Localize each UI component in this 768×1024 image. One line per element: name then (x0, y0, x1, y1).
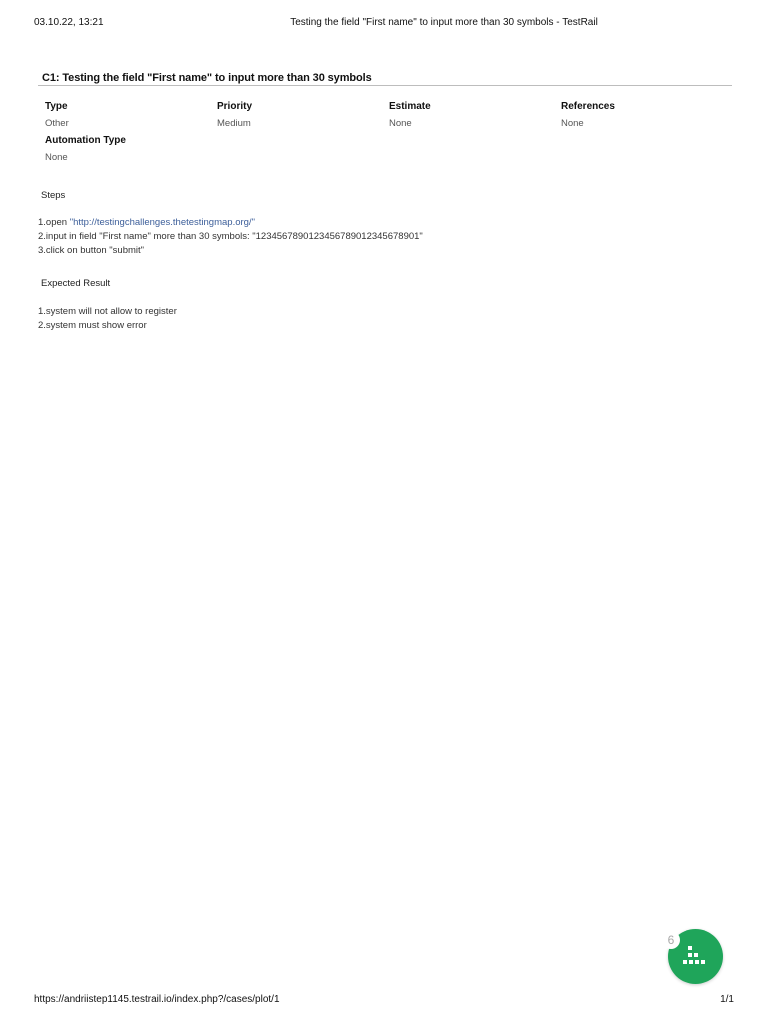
field-type-label: Type (45, 101, 68, 112)
dots-grid-icon (683, 946, 705, 964)
steps-label: Steps (41, 190, 66, 201)
field-automation-type: Automation Type None (45, 135, 215, 163)
field-automation-type-value: None (45, 152, 68, 163)
print-page-title: Testing the field "First name" to input … (290, 17, 598, 28)
steps-list: 1.open "http://testingchallenges.thetest… (38, 216, 423, 258)
step-2: 2.input in field "First name" more than … (38, 231, 423, 242)
field-priority-label: Priority (217, 101, 253, 112)
expected-1: 1.system will not allow to register (38, 306, 177, 317)
title-divider (38, 85, 732, 86)
step-3: 3.click on button "submit" (38, 245, 145, 256)
step-1: 1.open "http://testingchallenges.thetest… (38, 216, 423, 230)
field-priority: Priority Medium (217, 101, 387, 129)
field-estimate-value: None (389, 118, 412, 129)
page-count: 1/1 (720, 994, 734, 1005)
case-title: C1: Testing the field "First name" to in… (42, 72, 372, 84)
field-references-value: None (561, 118, 584, 129)
step-1-text: 1.open (38, 217, 70, 228)
print-footer: https://andriistep1145.testrail.io/index… (34, 994, 734, 1008)
field-references: References None (561, 101, 731, 129)
field-automation-type-label: Automation Type (45, 135, 126, 146)
field-priority-value: Medium (217, 118, 251, 129)
field-type-value: Other (45, 118, 69, 129)
field-references-label: References (561, 101, 615, 112)
print-url: https://andriistep1145.testrail.io/index… (34, 994, 280, 1005)
print-header: 03.10.22, 13:21 Testing the field "First… (34, 17, 734, 31)
notification-badge: 6 (662, 931, 680, 949)
field-estimate-label: Estimate (389, 101, 431, 112)
step-1-link[interactable]: "http://testingchallenges.thetestingmap.… (70, 217, 255, 228)
expected-result-list: 1.system will not allow to register 2.sy… (38, 305, 177, 333)
field-estimate: Estimate None (389, 101, 559, 129)
expected-result-label: Expected Result (41, 278, 111, 289)
expected-2: 2.system must show error (38, 320, 147, 331)
field-type: Type Other (45, 101, 215, 129)
